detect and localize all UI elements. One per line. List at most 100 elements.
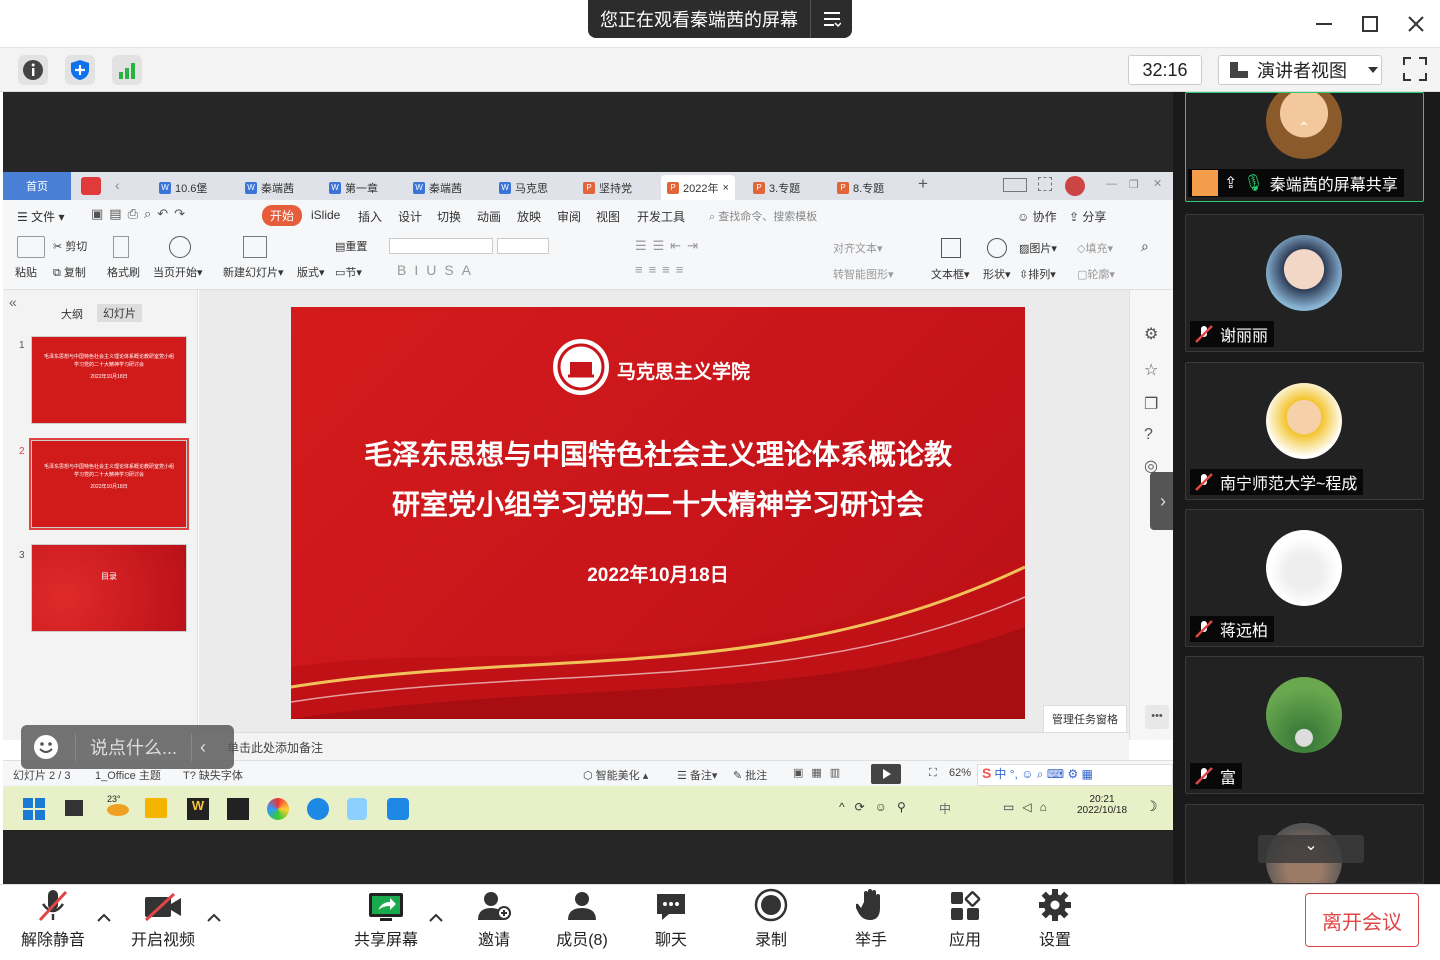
view-mode-icons[interactable]: ▣▦▥ [793, 766, 848, 779]
pin-icon[interactable]: ☆ [1144, 360, 1158, 380]
comment-button[interactable]: ✎ 批注 [733, 767, 767, 783]
play-slideshow-icon[interactable] [871, 764, 901, 784]
help-icon[interactable]: ? [1144, 426, 1153, 444]
system-tray-icons[interactable]: ^⟳☺⚲ [839, 800, 916, 814]
more-options-icon[interactable]: ••• [1145, 705, 1169, 729]
copy-button[interactable]: ⧉ 复制 [53, 264, 86, 280]
view-mode-button[interactable]: 演讲者视图 [1218, 55, 1382, 85]
paste-button[interactable]: 粘贴 [15, 264, 37, 280]
record-button[interactable]: 录制 [746, 884, 796, 960]
shape-icon[interactable] [987, 238, 1007, 258]
notes-toggle-button[interactable]: ☰ 备注▾ [677, 767, 717, 783]
smart-shape-button[interactable]: 转智能图形▾ [833, 266, 894, 282]
align-icons[interactable]: ≡≡≡≡ [635, 262, 689, 277]
paste-icon[interactable] [17, 236, 45, 258]
new-tab-plus-icon[interactable]: + [918, 174, 928, 194]
media-player-icon[interactable] [347, 798, 367, 820]
format-painter-button[interactable]: 格式刷 [107, 264, 140, 280]
minimize-button[interactable] [1308, 8, 1340, 40]
list-icons[interactable]: ☰☰⇤⇥ [635, 238, 704, 254]
textbox-button[interactable]: 文本框▾ [931, 266, 970, 282]
windows-start-icon[interactable] [23, 798, 45, 820]
security-shield-icon[interactable] [65, 55, 95, 85]
participant-tile[interactable]: ⌄ [1185, 804, 1424, 884]
menu-review[interactable]: 审阅 [557, 208, 581, 225]
zoom-level[interactable]: 62% [949, 767, 971, 779]
outline-tab[interactable]: 大纲 [61, 306, 83, 322]
copy-slide-icon[interactable]: ❐ [1144, 394, 1158, 414]
meeting-app-icon[interactable] [307, 798, 329, 820]
menu-view[interactable]: 视图 [596, 208, 620, 225]
wps-close-icon[interactable]: ✕ [1153, 177, 1162, 190]
audio-options-caret-icon[interactable] [96, 910, 112, 926]
tab-scroll-left-icon[interactable]: ‹ [115, 177, 120, 193]
doc-tab[interactable]: P 坚持党 [577, 175, 638, 200]
font-style-icons[interactable]: BIUSA [397, 262, 479, 278]
fullscreen-icon[interactable] [1402, 56, 1430, 84]
doc-tab[interactable]: P 3.专题 [747, 175, 806, 200]
participant-tile[interactable]: ⌃ ⇪ 🎙 秦端茜的屏幕共享 [1185, 92, 1424, 202]
start-video-button[interactable]: 开启视频 [126, 884, 200, 960]
menu-transition[interactable]: 切换 [437, 208, 461, 225]
participant-tile[interactable]: 蒋远柏 [1185, 509, 1424, 647]
share-doc-button[interactable]: ⇪ 分享 [1069, 208, 1106, 225]
doc-tab[interactable]: W 马克思 [493, 175, 554, 200]
notes-area[interactable]: 单击此处添加备注 管理任务窗格 ••• [199, 705, 1169, 760]
quick-access-icons[interactable]: ▣▤⎙⌕↶↷ [91, 206, 191, 222]
doc-tab-active[interactable]: P 2022年 × [661, 175, 735, 200]
menu-developer[interactable]: 开发工具 [637, 208, 685, 225]
close-tab-icon[interactable]: × [722, 182, 728, 194]
share-options-caret-icon[interactable] [428, 910, 444, 926]
window-layout-icon[interactable] [1003, 178, 1027, 192]
notes-app-icon[interactable] [227, 798, 249, 820]
grid-view-icon[interactable] [1038, 177, 1052, 191]
layout-button[interactable]: 版式▾ [297, 264, 325, 280]
section-button[interactable]: ▭节▾ [335, 264, 362, 280]
new-slide-icon[interactable] [243, 236, 267, 258]
leave-meeting-button[interactable]: 离开会议 [1305, 893, 1419, 947]
menu-slideshow[interactable]: 放映 [517, 208, 541, 225]
align-text-button[interactable]: 对齐文本▾ [833, 240, 883, 256]
arrange-button[interactable]: ⇳排列▾ [1019, 266, 1056, 282]
apps-button[interactable]: 应用 [940, 884, 990, 960]
share-menu-icon[interactable] [810, 0, 852, 38]
doc-tab[interactable]: P 8.专题 [831, 175, 890, 200]
file-explorer-icon[interactable] [145, 798, 167, 818]
chat-button[interactable]: 聊天 [646, 884, 696, 960]
shape-button[interactable]: 形状▾ [983, 266, 1011, 282]
emoji-icon[interactable] [33, 734, 59, 760]
task-view-icon[interactable] [65, 800, 83, 816]
network-volume-icons[interactable]: ▭◁⌂ [1003, 800, 1055, 814]
video-options-caret-icon[interactable] [206, 910, 222, 926]
beautify-button[interactable]: ⬡ 智能美化 ▴ [583, 767, 648, 783]
invite-button[interactable]: 邀请 [466, 884, 522, 960]
scroll-down-icon[interactable]: ⌄ [1258, 835, 1364, 863]
slides-tab[interactable]: 幻灯片 [97, 304, 142, 322]
collapse-pane-icon[interactable]: « [9, 294, 17, 310]
chat-input-pill[interactable]: 说点什么... ‹ [21, 725, 234, 769]
info-icon[interactable] [18, 55, 48, 85]
doc-tab[interactable]: W 秦端茜 [239, 175, 300, 200]
slide-thumbnail-selected[interactable]: 毛泽东思想与中国特色社会主义理论体系概论教研室党小组学习党的二十大精神学习研讨会… [29, 438, 189, 530]
wps-logo-icon[interactable] [81, 177, 101, 195]
unmute-button[interactable]: 解除静音 [18, 884, 88, 960]
wps-restore-icon[interactable]: ❐ [1129, 178, 1139, 191]
ime-indicator[interactable]: 中 [939, 800, 951, 817]
doc-tab[interactable]: W 秦端茜 [407, 175, 468, 200]
chrome-browser-icon[interactable] [267, 798, 289, 820]
font-size-select[interactable] [497, 238, 549, 254]
collab-button[interactable]: ☺ 协作 [1017, 208, 1057, 225]
cut-button[interactable]: ✂ 剪切 [53, 238, 87, 254]
ime-toolbar[interactable]: S 中 °, ☺ ⌕ ⌨ ⚙ ▦ [977, 764, 1173, 786]
participant-tile[interactable]: 谢丽丽 [1185, 214, 1424, 352]
current-slide[interactable]: 马克思主义学院 毛泽东思想与中国特色社会主义理论体系概论教 研室党小组学习党的二… [291, 307, 1025, 719]
signal-strength-icon[interactable] [112, 55, 142, 85]
collapse-chat-icon[interactable]: ‹ [200, 737, 206, 758]
command-search[interactable]: ⌕ 查找命令、搜索模板 [709, 208, 817, 224]
maximize-button[interactable] [1354, 8, 1386, 40]
menu-islide[interactable]: iSlide [311, 208, 340, 222]
menu-home[interactable]: 开始 [262, 205, 303, 226]
settings-button[interactable]: 设置 [1030, 884, 1080, 960]
slide-thumbnail[interactable]: 毛泽东思想与中国特色社会主义理论体系概论教研室党小组学习党的二十大精神学习研讨会… [31, 336, 187, 424]
wps-home-tab[interactable]: 首页 [3, 172, 71, 200]
